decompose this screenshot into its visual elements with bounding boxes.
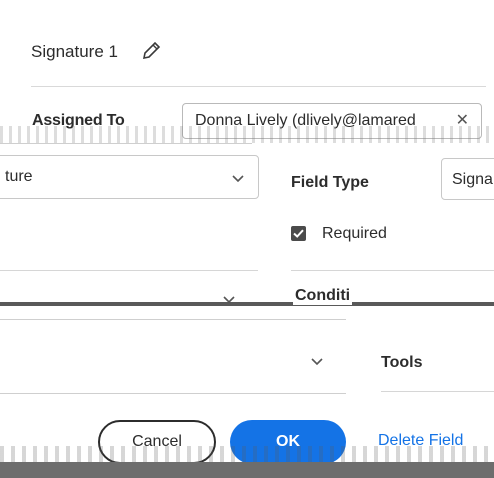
pencil-icon[interactable] [140,40,162,62]
chevron-down-icon[interactable] [311,358,323,366]
field-properties-panel: Signature 1 Assigned To Donna Lively (dl… [0,0,494,478]
divider [0,319,346,320]
field-type-dropdown[interactable]: ture [0,155,259,199]
dropdown-value: ture [5,168,33,185]
chevron-down-icon[interactable] [223,296,235,304]
render-artifact [0,126,494,143]
divider [0,143,252,144]
required-checkbox[interactable] [291,226,306,241]
field-type-value: Signa [452,171,493,188]
checkmark-icon [293,229,304,238]
divider [381,391,494,392]
required-label: Required [322,225,387,242]
divider [0,393,346,394]
tools-section-header[interactable]: Tools [381,354,422,372]
field-name-title: Signature 1 [31,42,118,61]
conditions-section-header[interactable]: Conditi [293,287,353,305]
bottom-bar [0,462,494,478]
chevron-down-icon [232,175,244,183]
field-type-select[interactable]: Signa [441,158,494,200]
divider [0,270,258,271]
field-type-label: Field Type [291,174,369,191]
render-artifact [0,292,494,316]
divider [291,270,494,271]
header-divider [31,86,486,87]
